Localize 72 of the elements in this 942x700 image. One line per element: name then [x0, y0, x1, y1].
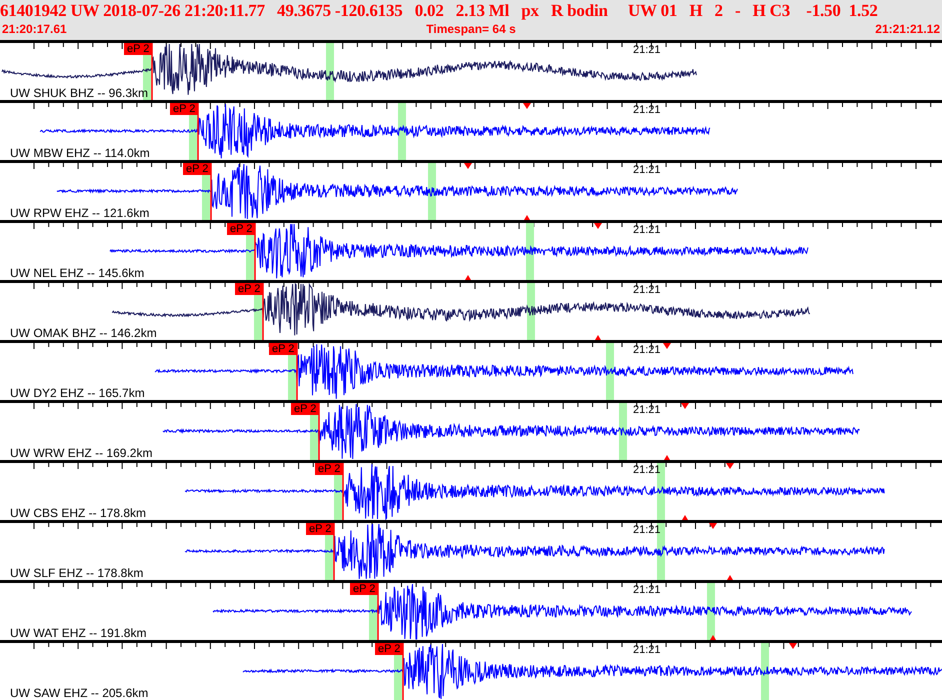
pick-line [151, 43, 153, 100]
time-label: 21:21 [633, 584, 661, 596]
channel-label: UW NEL EHZ -- 145.6km [10, 267, 144, 280]
highlight-band [326, 43, 334, 100]
triangle-down-icon [523, 103, 531, 109]
triangle-down-icon [726, 463, 734, 469]
pick-line [333, 523, 335, 580]
triangle-down-icon [464, 163, 472, 169]
pick-line [402, 643, 404, 700]
time-label: 21:21 [633, 464, 661, 476]
highlight-band [398, 103, 406, 160]
event-summary: 61401942 UW 2018-07-26 21:20:11.77 49.3675 -120.6135 0.02 2.13 Ml px R bodin UW 01 H 2 - H C3 -1.50 1.52 [0, 0, 879, 22]
highlight-band [527, 283, 535, 340]
phase-pick-flag[interactable]: eP 2 [183, 163, 212, 175]
end-time: 21:21:21.12 [875, 22, 940, 36]
highlight-band [761, 643, 769, 700]
triangle-up-icon [682, 515, 688, 520]
time-label: 21:21 [633, 164, 661, 176]
time-label: 21:21 [633, 404, 661, 416]
channel-label: UW MBW EHZ -- 114.0km [10, 147, 150, 160]
channel-label: UW WAT EHZ -- 191.8km [10, 627, 146, 640]
time-label: 21:21 [633, 344, 661, 356]
channel-label: UW RPW EHZ -- 121.6km [10, 207, 150, 220]
pick-line [296, 343, 298, 400]
phase-pick-flag[interactable]: eP 2 [235, 283, 264, 295]
channel-label: UW SAW EHZ -- 205.6km [10, 687, 148, 700]
channel-label: UW WRW EHZ -- 169.2km [10, 447, 152, 460]
time-label: 21:21 [633, 224, 661, 236]
triangle-down-icon [663, 343, 671, 349]
highlight-band [526, 223, 534, 280]
pick-line [197, 103, 199, 160]
channel-label: UW SLF EHZ -- 178.8km [10, 567, 144, 580]
highlight-band [619, 403, 627, 460]
pick-line [342, 463, 344, 520]
phase-pick-flag[interactable]: eP 2 [124, 43, 152, 55]
triangle-down-icon [789, 643, 797, 649]
triangle-up-icon [524, 215, 530, 220]
highlight-band [606, 343, 614, 400]
triangle-up-icon [465, 275, 471, 280]
phase-pick-flag[interactable]: eP 2 [227, 223, 256, 235]
triangle-up-icon [710, 635, 716, 640]
channel-label: UW CBS EHZ -- 178.8km [10, 507, 146, 520]
pick-line [318, 403, 320, 460]
channel-label: UW SHUK BHZ -- 96.3km [10, 87, 148, 100]
highlight-band [707, 583, 715, 640]
pick-line [210, 163, 212, 220]
time-label: 21:21 [633, 44, 661, 56]
triangle-up-icon [664, 455, 670, 460]
phase-pick-flag[interactable]: eP 2 [269, 343, 298, 355]
phase-pick-flag[interactable]: eP 2 [291, 403, 320, 415]
pick-line [254, 223, 256, 280]
triangle-up-icon [595, 335, 601, 340]
phase-pick-flag[interactable]: eP 2 [306, 523, 334, 535]
phase-pick-flag[interactable]: eP 2 [350, 583, 378, 595]
time-label: 21:21 [633, 284, 661, 296]
pick-line [377, 583, 379, 640]
channel-label: UW OMAK BHZ -- 146.2km [10, 327, 157, 340]
channel-label: UW DY2 EHZ -- 165.7km [10, 387, 145, 400]
pick-line [262, 283, 264, 340]
phase-pick-flag[interactable]: eP 2 [315, 463, 344, 475]
start-time: 21:20:17.61 [2, 22, 67, 36]
phase-pick-flag[interactable]: eP 2 [170, 103, 198, 115]
timespan: Timespan= 64 s [426, 22, 516, 36]
triangle-down-icon [709, 523, 717, 529]
highlight-band [428, 163, 436, 220]
triangle-down-icon [681, 403, 689, 409]
triangle-down-icon [594, 223, 602, 229]
triangle-up-icon [727, 575, 733, 580]
time-label: 21:21 [633, 644, 661, 656]
phase-pick-flag[interactable]: eP 2 [375, 643, 404, 655]
time-label: 21:21 [633, 524, 661, 536]
time-label: 21:21 [633, 104, 661, 116]
